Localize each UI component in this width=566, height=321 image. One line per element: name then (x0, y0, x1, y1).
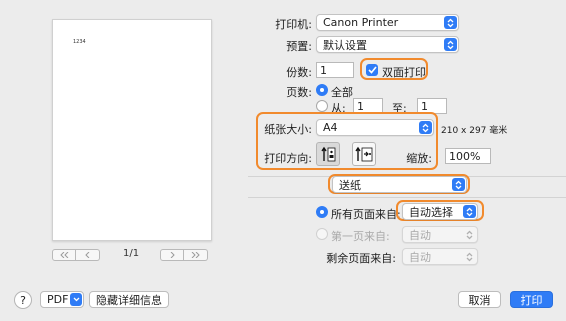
next-page-button[interactable] (160, 249, 184, 261)
help-button[interactable]: ? (14, 291, 32, 309)
two-sided-label: 双面打印 (382, 66, 426, 79)
scale-input[interactable]: 100% (445, 148, 491, 164)
previous-page-button[interactable] (76, 249, 100, 261)
first-page-source-value: 自动 (409, 228, 431, 242)
presets-value: 默认设置 (323, 38, 367, 52)
landscape-orientation-icon (355, 146, 373, 162)
last-page-button[interactable] (184, 249, 208, 261)
print-preview-page: 1234 (52, 19, 212, 241)
section-select[interactable]: 送纸 (332, 176, 467, 193)
portrait-orientation-icon (321, 146, 336, 162)
pages-range-radio[interactable] (316, 100, 328, 112)
pages-label: 页数: (286, 86, 312, 99)
remaining-pages-source-value: 自动 (409, 250, 431, 264)
page-indicator: 1/1 (123, 248, 140, 259)
updown-arrows-icon (444, 38, 457, 51)
remaining-pages-source-select[interactable]: 自动 (402, 248, 478, 265)
previous-page-controls (52, 249, 100, 261)
hide-details-button[interactable]: 隐藏详细信息 (89, 291, 169, 308)
updown-arrows-icon (419, 121, 432, 134)
chevron-down-icon (70, 293, 82, 306)
portrait-orientation-button[interactable] (316, 142, 340, 166)
copies-input[interactable]: 1 (316, 62, 354, 78)
updown-arrows-icon (463, 205, 476, 218)
next-page-controls (160, 249, 208, 261)
paper-size-select[interactable]: A4 (316, 119, 434, 136)
landscape-orientation-button[interactable] (352, 142, 376, 166)
printer-select[interactable]: Canon Printer (316, 14, 459, 31)
updown-arrows-icon (452, 178, 465, 191)
updown-arrows-icon (463, 228, 476, 241)
pages-all-label: 全部 (331, 86, 353, 99)
presets-select[interactable]: 默认设置 (316, 36, 459, 53)
first-page-from-radio[interactable] (316, 228, 328, 240)
preview-page-text: 1234 (73, 39, 86, 45)
double-chevron-left-icon (60, 252, 69, 258)
printer-value: Canon Printer (323, 16, 399, 29)
first-page-from-label: 第一页来自: (331, 230, 390, 243)
presets-label: 预置: (286, 40, 312, 53)
updown-arrows-icon (463, 250, 476, 263)
double-chevron-right-icon (191, 252, 200, 258)
paper-size-value: A4 (323, 121, 338, 134)
all-pages-source-select[interactable]: 自动选择 (402, 203, 478, 220)
checkmark-icon (367, 66, 377, 74)
first-page-source-select[interactable]: 自动 (402, 226, 478, 243)
updown-arrows-icon (444, 16, 457, 29)
chevron-right-icon (170, 252, 175, 258)
all-pages-source-value: 自动选择 (409, 205, 453, 219)
cancel-button[interactable]: 取消 (458, 291, 501, 308)
all-pages-from-radio[interactable] (316, 206, 328, 218)
pdf-label: PDF (47, 293, 69, 306)
pages-all-radio[interactable] (316, 84, 328, 96)
first-page-button[interactable] (52, 249, 76, 261)
paper-size-label: 纸张大小: (264, 123, 312, 136)
orientation-label: 打印方向: (264, 152, 312, 165)
scale-label: 缩放: (406, 152, 432, 165)
all-pages-from-label: 所有页面来自: (331, 208, 401, 221)
remaining-pages-from-label: 剩余页面来自: (326, 252, 396, 265)
print-button[interactable]: 打印 (510, 291, 553, 308)
pdf-menu-button[interactable]: PDF (40, 291, 84, 308)
chevron-left-icon (84, 252, 89, 258)
section-separator-bottom (248, 197, 566, 198)
two-sided-checkbox[interactable] (366, 64, 378, 76)
paper-dimensions: 210 x 297 毫米 (441, 126, 508, 136)
copies-label: 份数: (286, 66, 312, 79)
printer-label: 打印机: (275, 18, 312, 31)
section-value: 送纸 (339, 178, 361, 192)
